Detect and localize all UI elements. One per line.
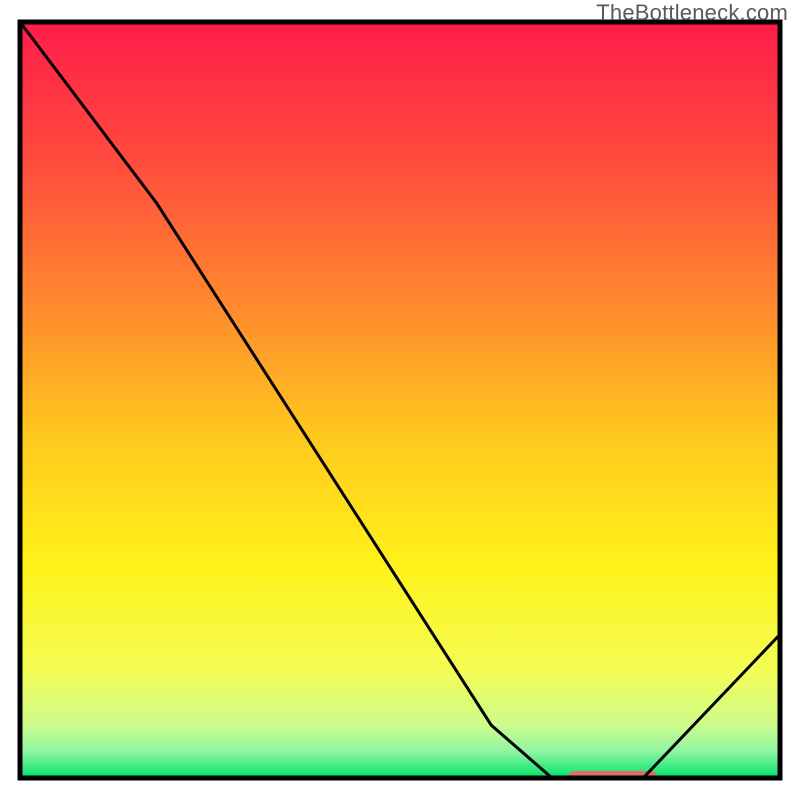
bottleneck-chart bbox=[0, 0, 800, 800]
chart-frame: TheBottleneck.com bbox=[0, 0, 800, 800]
watermark-label: TheBottleneck.com bbox=[596, 0, 788, 26]
gradient-background bbox=[20, 22, 780, 778]
